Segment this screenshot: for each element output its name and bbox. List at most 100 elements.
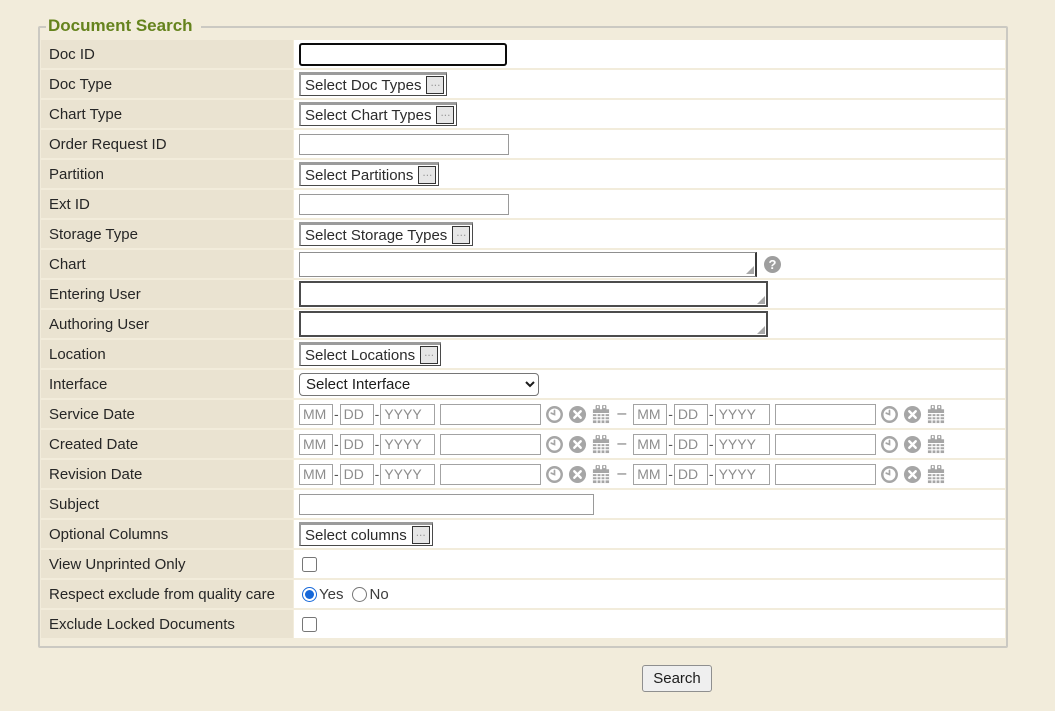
calendar-icon[interactable] [591,405,611,424]
day-input[interactable] [340,404,374,425]
optional-columns-browse-button[interactable]: ... [412,526,430,544]
row-label: Service Date [41,400,293,428]
day-input[interactable] [674,404,708,425]
help-icon[interactable]: ? [764,256,781,273]
storage-type-picker[interactable]: Select Storage Types ... [299,222,473,246]
month-input[interactable] [299,434,333,455]
year-input[interactable] [380,404,435,425]
calendar-icon[interactable] [926,435,946,454]
radio-no-label: No [369,586,388,603]
row-ext-id: Ext ID [41,190,1005,218]
calendar-icon[interactable] [926,405,946,424]
chart-textarea[interactable] [299,252,757,277]
month-input[interactable] [299,464,333,485]
row-label: Entering User [41,280,293,308]
form-rows: Doc ID Doc Type Select Doc Types ... Cha… [41,40,1005,640]
clock-icon[interactable] [880,435,899,454]
row-label: Respect exclude from quality care [41,580,293,608]
respect-quality-yes-radio[interactable] [302,587,317,602]
revision-date-from-group: -- [299,464,611,485]
respect-quality-no-radio[interactable] [352,587,367,602]
row-label: Chart Type [41,100,293,128]
calendar-icon[interactable] [591,465,611,484]
clock-icon[interactable] [880,465,899,484]
year-input[interactable] [715,404,770,425]
clear-icon[interactable] [903,405,922,424]
calendar-icon[interactable] [591,435,611,454]
row-order-request-id: Order Request ID [41,130,1005,158]
row-label: Chart [41,250,293,278]
time-input[interactable] [440,434,541,455]
row-service-date: Service Date -- – -- [41,400,1005,428]
row-storage-type: Storage Type Select Storage Types ... [41,220,1005,248]
chart-type-picker[interactable]: Select Chart Types ... [299,102,457,126]
year-input[interactable] [380,464,435,485]
interface-select[interactable]: Select Interface [299,373,539,396]
row-exclude-locked-documents: Exclude Locked Documents [41,610,1005,638]
row-respect-exclude-quality-care: Respect exclude from quality care Yes No [41,580,1005,608]
clock-icon[interactable] [545,405,564,424]
calendar-icon[interactable] [926,465,946,484]
subject-input[interactable] [299,494,594,515]
row-label: Partition [41,160,293,188]
location-browse-button[interactable]: ... [420,346,438,364]
clear-icon[interactable] [903,435,922,454]
clear-icon[interactable] [568,465,587,484]
time-input[interactable] [440,464,541,485]
row-doc-type: Doc Type Select Doc Types ... [41,70,1005,98]
service-date-to-group: -- [633,404,945,425]
authoring-user-textarea[interactable] [299,311,768,337]
clock-icon[interactable] [545,465,564,484]
month-input[interactable] [633,404,667,425]
row-interface: Interface Select Interface [41,370,1005,398]
doc-type-picker[interactable]: Select Doc Types ... [299,72,447,96]
day-input[interactable] [674,434,708,455]
row-entering-user: Entering User [41,280,1005,308]
clear-icon[interactable] [568,405,587,424]
optional-columns-picker[interactable]: Select columns ... [299,522,433,546]
row-partition: Partition Select Partitions ... [41,160,1005,188]
clock-icon[interactable] [880,405,899,424]
created-date-from-group: -- [299,434,611,455]
year-input[interactable] [715,434,770,455]
ext-id-input[interactable] [299,194,509,215]
month-input[interactable] [633,464,667,485]
row-chart: Chart ? [41,250,1005,278]
row-label: Interface [41,370,293,398]
day-input[interactable] [340,464,374,485]
chart-type-browse-button[interactable]: ... [436,106,454,124]
year-input[interactable] [715,464,770,485]
partition-picker[interactable]: Select Partitions ... [299,162,439,186]
row-label: Created Date [41,430,293,458]
time-input[interactable] [775,464,876,485]
row-authoring-user: Authoring User [41,310,1005,338]
day-input[interactable] [674,464,708,485]
storage-type-browse-button[interactable]: ... [452,226,470,244]
row-subject: Subject [41,490,1005,518]
location-picker[interactable]: Select Locations ... [299,342,441,366]
view-unprinted-only-checkbox[interactable] [302,557,317,572]
row-created-date: Created Date -- – -- [41,430,1005,458]
clear-icon[interactable] [568,435,587,454]
time-input[interactable] [775,404,876,425]
row-label: Location [41,340,293,368]
row-label: Authoring User [41,310,293,338]
month-input[interactable] [633,434,667,455]
time-input[interactable] [775,434,876,455]
year-input[interactable] [380,434,435,455]
month-input[interactable] [299,404,333,425]
day-input[interactable] [340,434,374,455]
doc-id-input[interactable] [299,43,507,66]
search-button[interactable]: Search [642,665,712,692]
order-request-id-input[interactable] [299,134,509,155]
time-input[interactable] [440,404,541,425]
exclude-locked-documents-checkbox[interactable] [302,617,317,632]
entering-user-textarea[interactable] [299,281,768,307]
clear-icon[interactable] [903,465,922,484]
doc-type-browse-button[interactable]: ... [426,76,444,94]
created-date-to-group: -- [633,434,945,455]
clock-icon[interactable] [545,435,564,454]
radio-yes-label: Yes [319,586,343,603]
partition-browse-button[interactable]: ... [418,166,436,184]
row-revision-date: Revision Date -- – -- [41,460,1005,488]
